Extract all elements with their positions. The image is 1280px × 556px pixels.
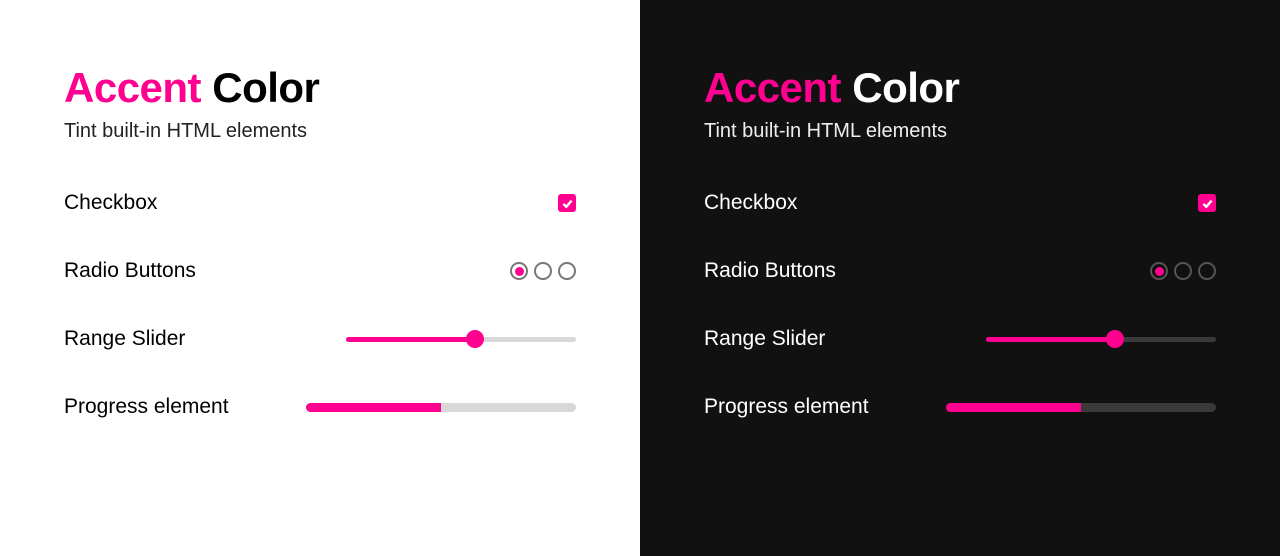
title-accent-word: Accent bbox=[704, 64, 841, 111]
progress-fill bbox=[946, 403, 1081, 412]
title-rest-word: Color bbox=[852, 64, 959, 111]
progress-fill bbox=[306, 403, 441, 412]
slider-fill bbox=[986, 337, 1115, 342]
page-title: Accent Color bbox=[64, 64, 576, 112]
checkbox-input[interactable] bbox=[558, 194, 576, 212]
progress-row: Progress element bbox=[64, 395, 576, 419]
radio-row: Radio Buttons bbox=[64, 259, 576, 283]
progress-row: Progress element bbox=[704, 395, 1216, 419]
radio-label: Radio Buttons bbox=[704, 259, 836, 283]
page-subtitle: Tint built-in HTML elements bbox=[64, 120, 576, 143]
dark-theme-panel: Accent Color Tint built-in HTML elements… bbox=[640, 0, 1280, 556]
progress-bar bbox=[306, 403, 576, 412]
title-rest-word: Color bbox=[212, 64, 319, 111]
check-icon bbox=[1201, 197, 1214, 210]
slider-label: Range Slider bbox=[64, 327, 185, 351]
checkbox-label: Checkbox bbox=[64, 191, 157, 215]
slider-row: Range Slider bbox=[64, 327, 576, 351]
check-icon bbox=[561, 197, 574, 210]
radio-option-2[interactable] bbox=[1174, 262, 1192, 280]
radio-option-1[interactable] bbox=[1150, 262, 1168, 280]
radio-option-1[interactable] bbox=[510, 262, 528, 280]
page-title: Accent Color bbox=[704, 64, 1216, 112]
slider-thumb[interactable] bbox=[1106, 330, 1124, 348]
checkbox-label: Checkbox bbox=[704, 191, 797, 215]
radio-option-2[interactable] bbox=[534, 262, 552, 280]
slider-fill bbox=[346, 337, 475, 342]
checkbox-input[interactable] bbox=[1198, 194, 1216, 212]
progress-label: Progress element bbox=[64, 395, 229, 419]
radio-row: Radio Buttons bbox=[704, 259, 1216, 283]
page-subtitle: Tint built-in HTML elements bbox=[704, 120, 1216, 143]
progress-label: Progress element bbox=[704, 395, 869, 419]
radio-label: Radio Buttons bbox=[64, 259, 196, 283]
slider-row: Range Slider bbox=[704, 327, 1216, 351]
range-slider[interactable] bbox=[346, 330, 576, 348]
checkbox-row: Checkbox bbox=[704, 191, 1216, 215]
title-accent-word: Accent bbox=[64, 64, 201, 111]
range-slider[interactable] bbox=[986, 330, 1216, 348]
progress-bar bbox=[946, 403, 1216, 412]
radio-option-3[interactable] bbox=[558, 262, 576, 280]
light-theme-panel: Accent Color Tint built-in HTML elements… bbox=[0, 0, 640, 556]
slider-label: Range Slider bbox=[704, 327, 825, 351]
checkbox-row: Checkbox bbox=[64, 191, 576, 215]
slider-thumb[interactable] bbox=[466, 330, 484, 348]
radio-option-3[interactable] bbox=[1198, 262, 1216, 280]
